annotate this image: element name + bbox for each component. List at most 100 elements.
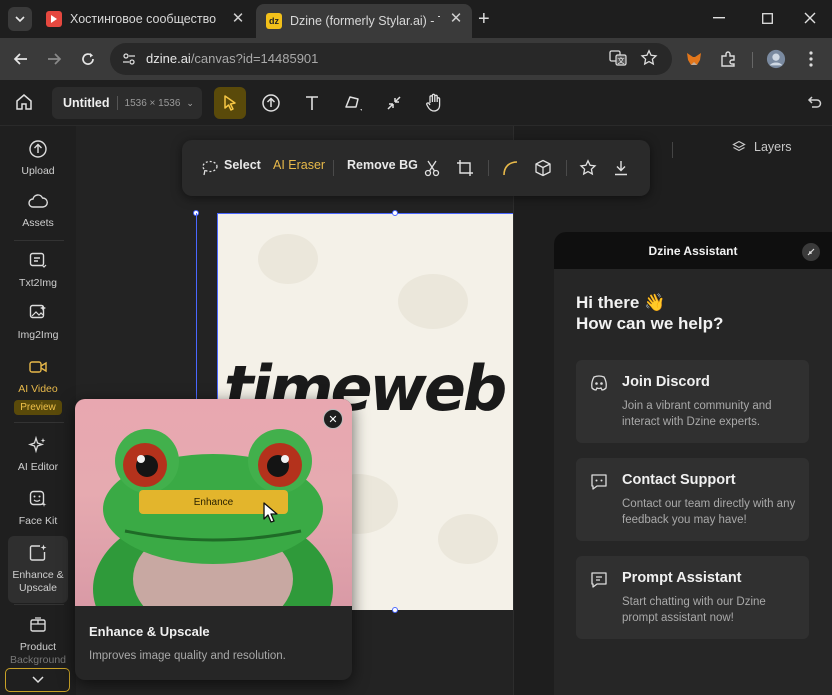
collapse-tool-button[interactable] [378,87,410,119]
upload-circle-icon [262,94,280,112]
sidebar-item-assets[interactable]: Assets [8,190,68,230]
home-icon[interactable] [14,92,36,114]
sidebar-item-product-background[interactable]: Product Background [8,614,68,667]
sidebar-item-img2img[interactable]: Img2Img [8,302,68,342]
site-settings-icon[interactable] [118,48,140,70]
sidebar-item-label: Upload [21,165,55,177]
hand-icon [426,93,441,112]
close-tab-icon[interactable]: ✕ [448,11,464,27]
prompt-assistant-card[interactable]: Prompt Assistant Start chatting with our… [576,556,809,639]
support-chat-icon [589,472,609,492]
profile-avatar[interactable] [766,49,786,69]
sidebar-item-label: Img2Img [17,329,59,341]
card-title: Join Discord [622,374,710,390]
sidebar-item-face-kit[interactable]: Face Kit [8,488,68,528]
tab-layers[interactable]: Layers [732,140,792,154]
upload-tool-button[interactable] [255,87,287,119]
scissors-icon[interactable] [422,158,442,178]
close-window-icon[interactable] [797,6,823,30]
minimize-icon[interactable] [706,6,732,30]
text-tool-button[interactable] [296,87,328,119]
sidebar-item-ai-editor[interactable]: AI Editor [8,434,68,474]
sidebar-item-label: Assets [22,217,54,229]
url-field[interactable]: dzine.ai/canvas?id=14485901 文 [110,43,672,75]
background-pattern [258,234,318,284]
contact-support-card[interactable]: Contact Support Contact our team directl… [576,458,809,541]
select-tool-button[interactable] [214,87,246,119]
lasso-select-icon[interactable] [200,158,220,178]
3d-cube-icon[interactable] [533,158,553,178]
background-pattern [438,514,498,564]
shrink-arrows-icon [387,96,401,110]
image-edit-toolbar: Select AI Eraser Remove BG [182,140,650,196]
sidebar-item-enhance-upscale[interactable]: Enhance & Upscale [8,536,68,603]
browser-menu-icon[interactable] [801,49,821,69]
resize-handle[interactable] [392,607,398,613]
sidebar-item-txt2img[interactable]: Txt2Img [8,250,68,290]
maximize-icon[interactable] [754,6,780,30]
translate-icon[interactable]: 文 [609,49,627,67]
card-description: Start chatting with our Dzine prompt ass… [622,596,766,624]
extensions-icon[interactable] [718,49,738,69]
sidebar-item-label: Face Kit [18,515,58,527]
sidebar-more-button[interactable] [5,668,70,692]
remove-bg-button[interactable]: Remove BG [347,158,418,172]
resize-handle[interactable] [392,210,398,216]
toolbar-divider [752,52,753,68]
video-camera-icon [27,356,49,378]
assistant-greeting: Hi there 👋 How can we help? [576,293,724,333]
tooltip-title: Enhance & Upscale [89,624,210,639]
card-description: Join a vibrant community and interact wi… [622,400,772,428]
hand-tool-button[interactable] [418,87,450,119]
crop-icon[interactable] [455,158,475,178]
sidebar-item-ai-video[interactable]: AI Video Preview [8,356,68,415]
play-icon [46,11,62,27]
tab-search-button[interactable] [8,7,32,31]
upload-icon [27,138,49,160]
card-title: Contact Support [622,472,736,488]
new-tab-icon[interactable]: + [478,8,490,31]
sidebar-item-label: Txt2Img [19,277,57,289]
curve-icon[interactable] [500,158,520,178]
preview-badge: Preview [14,400,62,415]
prompt-chat-icon [589,570,609,590]
left-sidebar: Upload Assets Txt2Img Img2Img AI Video P… [0,126,76,695]
cloud-icon [27,190,49,212]
sidebar-divider [14,240,64,241]
star-icon[interactable] [578,158,598,178]
document-title-dropdown[interactable]: Untitled 1536 × 1536 ⌄ [52,87,202,119]
product-box-icon [27,614,49,636]
layers-icon [732,140,746,152]
pen-shape-icon [345,96,362,111]
reload-icon[interactable] [78,49,98,69]
editor-toolbar: Untitled 1536 × 1536 ⌄ [0,80,832,126]
browser-tab-dzine[interactable]: dz Dzine (formerly Stylar.ai) - The f ✕ [256,4,472,38]
tab-title: Хостинговое сообщество «Tim [70,12,220,26]
pen-tool-button[interactable] [337,87,369,119]
forward-icon[interactable] [44,49,64,69]
sidebar-item-upload[interactable]: Upload [8,138,68,178]
back-icon[interactable] [11,49,31,69]
select-button[interactable]: Select [224,158,261,172]
join-discord-card[interactable]: Join Discord Join a vibrant community an… [576,360,809,443]
collapse-assistant-icon[interactable] [802,243,820,261]
browser-tab-timeweb[interactable]: Хостинговое сообщество «Tim ✕ [36,4,254,34]
download-icon[interactable] [611,158,631,178]
face-icon [27,488,49,510]
undo-icon[interactable] [806,94,824,112]
mouse-cursor-icon [262,502,280,524]
frog-preview-image: ✕ Enhance [75,399,352,606]
close-icon[interactable]: ✕ [323,409,343,429]
assistant-header: Dzine Assistant [554,232,832,269]
toolbar-divider [566,160,567,176]
metamask-extension-icon[interactable] [684,49,704,69]
close-tab-icon[interactable]: ✕ [230,11,246,27]
enhance-icon [27,542,49,564]
tab-label: Layers [754,140,792,154]
image-to-image-icon [27,302,49,324]
ai-eraser-button[interactable]: AI Eraser [273,158,325,172]
text-icon [306,96,318,110]
bookmark-star-icon[interactable] [640,49,658,67]
sparkle-icon [27,434,49,456]
title-separator [116,96,118,110]
